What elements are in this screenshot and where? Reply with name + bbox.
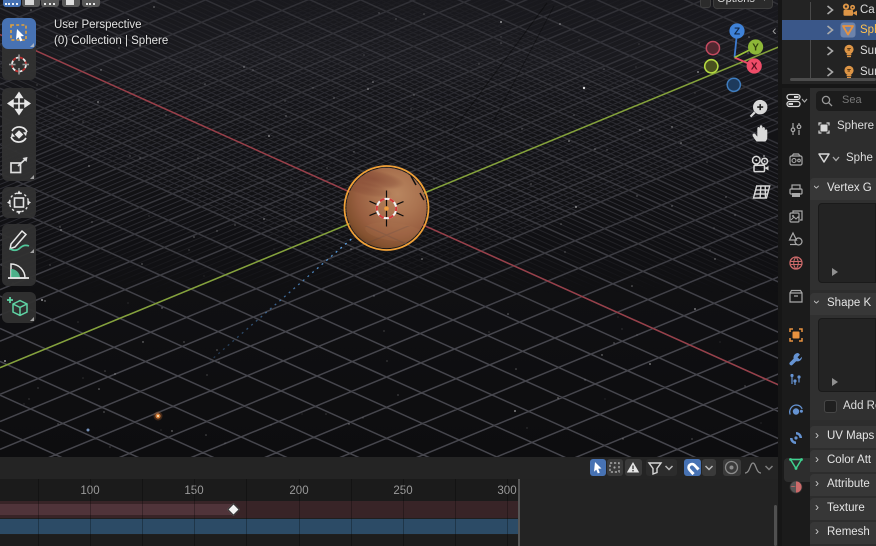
svg-text:Y: Y <box>752 43 759 54</box>
svg-text:Z: Z <box>734 27 740 38</box>
svg-text:X: X <box>751 62 758 73</box>
